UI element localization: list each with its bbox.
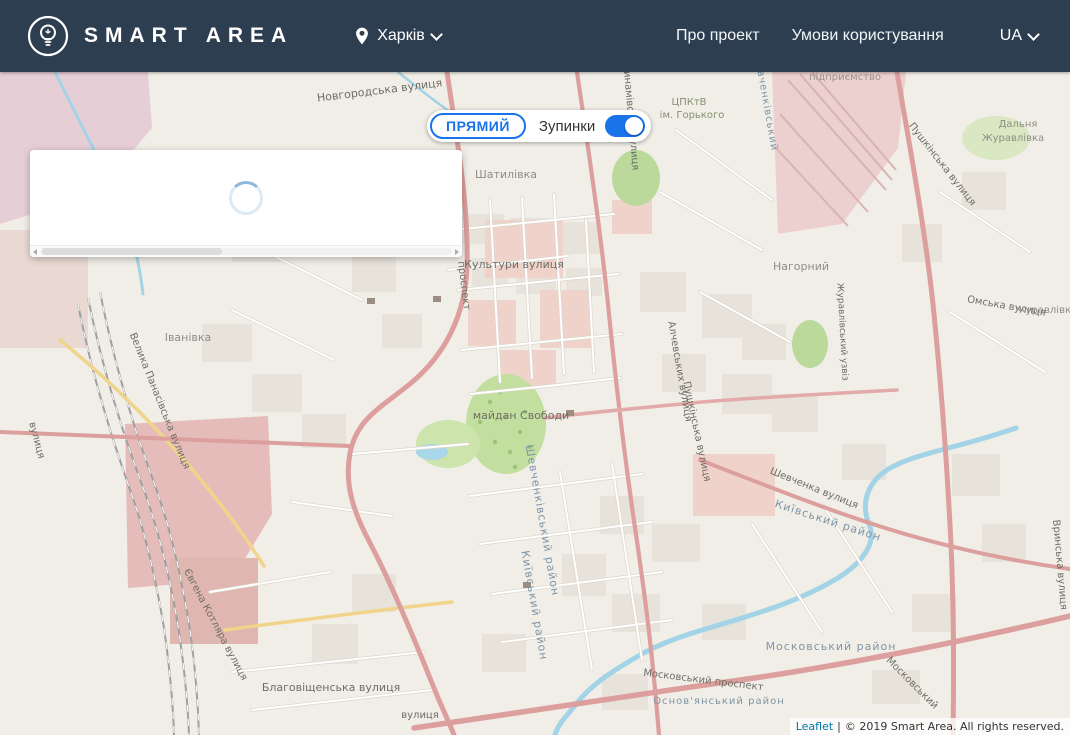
chevron-down-icon: [430, 28, 443, 41]
map-label: вулиця: [401, 710, 439, 721]
scrollbar-thumb[interactable]: [42, 248, 222, 255]
city-label: Харків: [377, 27, 425, 45]
panel-body: [30, 150, 462, 245]
scroll-left-arrow-icon[interactable]: [33, 249, 37, 255]
app-header: SMART AREA Харків Про проект Умови корис…: [0, 0, 1070, 72]
leaflet-link[interactable]: Leaflet: [796, 720, 833, 733]
copyright-text: © 2019 Smart Area. All rights reserved.: [845, 720, 1064, 733]
map-label: Іванівка: [165, 331, 212, 344]
chevron-down-icon: [1027, 28, 1040, 41]
map-label: Культури вулиця: [464, 258, 564, 271]
map-label: Основ'янський район: [653, 696, 784, 707]
city-selector[interactable]: Харків: [355, 27, 441, 45]
scrollbar-track[interactable]: [40, 248, 452, 255]
nav-terms-link[interactable]: Умови користування: [792, 27, 944, 45]
map-label: Нагорний: [773, 260, 829, 273]
map-label: Дальня: [999, 119, 1038, 130]
route-mode-button[interactable]: ПРЯМИЙ: [430, 113, 526, 139]
stops-toggle[interactable]: [605, 115, 645, 137]
loading-spinner-icon: [229, 181, 263, 215]
scroll-right-arrow-icon[interactable]: [455, 249, 459, 255]
stops-toggle-label: Зупинки: [539, 118, 595, 135]
location-pin-icon: [355, 27, 369, 45]
map-label: Московський район: [766, 640, 897, 653]
map-label: Благовіщенська вулиця: [262, 681, 400, 694]
toggle-knob-icon: [625, 117, 643, 135]
results-loading-panel: [30, 150, 462, 257]
map-label: Журавлівка: [1015, 304, 1070, 316]
brand-title: SMART AREA: [84, 24, 293, 48]
nav-about-link[interactable]: Про проект: [676, 27, 760, 45]
smart-area-logo-icon: [26, 14, 70, 58]
map-label: ім. Горького: [660, 109, 725, 121]
attribution-divider: |: [837, 720, 841, 733]
panel-horizontal-scrollbar[interactable]: [30, 245, 462, 257]
map-label: підприємство: [809, 72, 881, 83]
map-label: майдан Свободи: [473, 409, 569, 422]
language-label: UA: [1000, 27, 1022, 45]
map-label: Журавлівка: [982, 132, 1044, 144]
map-label: Шатилівка: [475, 168, 537, 181]
header-nav: Про проект Умови користування: [676, 27, 944, 45]
map-attribution: Leaflet | © 2019 Smart Area. All rights re…: [790, 718, 1070, 735]
map-container[interactable]: Новгородська вулицяпідприємствоШевченків…: [0, 72, 1070, 735]
map-label: ЦПКтВ: [671, 97, 706, 108]
language-selector[interactable]: UA: [1000, 27, 1038, 45]
route-mode-control: ПРЯМИЙ Зупинки: [427, 110, 651, 142]
